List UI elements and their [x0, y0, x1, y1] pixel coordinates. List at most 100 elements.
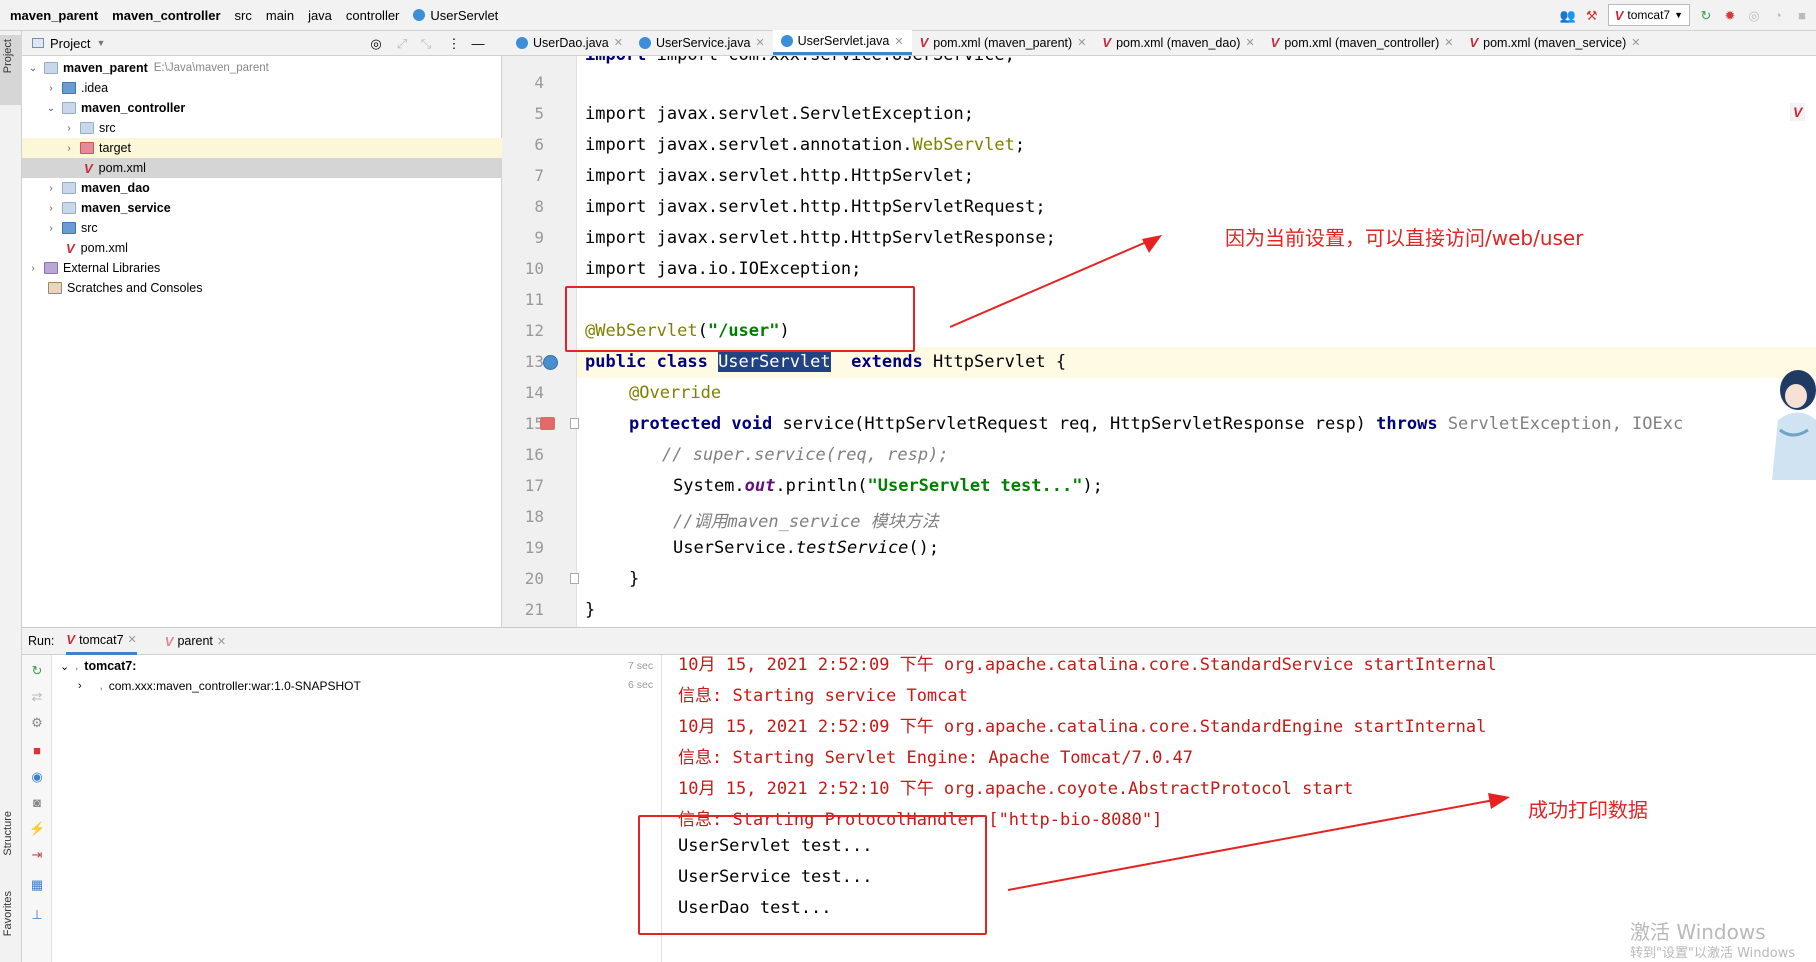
chevron-right-icon[interactable]: ›	[44, 183, 58, 194]
vcs-users-icon[interactable]: 👥	[1560, 7, 1576, 23]
project-tool-tab[interactable]: Project	[2, 39, 14, 73]
tree-item-src-root[interactable]: › src	[22, 218, 502, 238]
stop-icon[interactable]: ■	[1794, 7, 1810, 23]
tab-pom-maven-parent[interactable]: Vpom.xml (maven_parent) ✕	[912, 30, 1095, 55]
chevron-right-icon[interactable]: ›	[44, 223, 58, 234]
tree-item-scratches[interactable]: Scratches and Consoles	[22, 278, 502, 298]
chevron-down-icon[interactable]: ⌄	[26, 63, 40, 74]
chevron-down-icon[interactable]: ⌄	[60, 660, 69, 673]
tree-item-maven-parent[interactable]: ⌄ maven_parent E:\Java\maven_parent	[22, 58, 502, 78]
web-endpoint-icon[interactable]	[543, 355, 558, 370]
chevron-right-icon[interactable]: ›	[62, 123, 76, 134]
activation-watermark-title: 激活 Windows	[1630, 920, 1766, 944]
show-running-icon[interactable]: ◉	[29, 769, 45, 785]
breadcrumb-java[interactable]: java	[308, 8, 332, 23]
chevron-right-icon[interactable]: ›	[44, 203, 58, 214]
tab-pom-maven-controller[interactable]: Vpom.xml (maven_controller) ✕	[1263, 30, 1462, 55]
build-hammer-icon[interactable]: ⚒	[1584, 7, 1600, 23]
tab-label: pom.xml (maven_service)	[1483, 35, 1627, 50]
tab-userdao-java[interactable]: UserDao.java ✕	[508, 30, 631, 55]
close-icon[interactable]: ✕	[1444, 36, 1453, 49]
tab-userservice-java[interactable]: UserService.java ✕	[631, 30, 773, 55]
collapse-all-icon[interactable]: ⤡	[418, 35, 434, 51]
camera-icon[interactable]: ◙	[29, 795, 45, 811]
code-text: UserService.	[673, 538, 796, 558]
coverage-icon[interactable]: ◎	[1746, 7, 1762, 23]
code-text: @Override	[629, 383, 722, 403]
locate-icon[interactable]: ◎	[368, 35, 384, 51]
run-tab-parent[interactable]: V parent ✕	[165, 634, 226, 649]
tree-item-src[interactable]: › src	[22, 118, 502, 138]
breadcrumb-userservlet[interactable]: UserServlet	[430, 8, 498, 23]
tree-label: maven_parent	[63, 61, 148, 75]
breadcrumb-maven-controller[interactable]: maven_controller	[112, 8, 220, 23]
close-icon[interactable]: ✕	[1245, 36, 1254, 49]
maven-icon: V	[1614, 7, 1624, 23]
breadcrumb-controller[interactable]: controller	[346, 8, 399, 23]
tab-pom-maven-dao[interactable]: Vpom.xml (maven_dao) ✕	[1094, 30, 1262, 55]
maven-sync-icon[interactable]: V	[1790, 103, 1806, 121]
source-folder-icon	[62, 222, 76, 234]
stop-icon[interactable]: ■	[29, 743, 45, 759]
breadcrumb-src[interactable]: src	[235, 8, 252, 23]
tree-item-maven-service[interactable]: › maven_service	[22, 198, 502, 218]
run-tab-tomcat7[interactable]: V tomcat7 ✕	[66, 628, 137, 655]
rerun-icon[interactable]: ↻	[1698, 7, 1714, 23]
line-number: 13	[524, 352, 544, 371]
rerun-icon[interactable]: ↻	[29, 663, 45, 679]
toggle-tree-icon[interactable]: ⇄	[29, 689, 45, 705]
fold-marker-icon[interactable]	[570, 573, 579, 584]
profile-icon[interactable]: ◔	[1770, 7, 1786, 23]
favorites-tool-tab[interactable]: Favorites	[2, 891, 14, 936]
code-text: throws	[1376, 414, 1448, 434]
tree-item-external-libraries[interactable]: › External Libraries	[22, 258, 502, 278]
layout-icon[interactable]: ▦	[29, 877, 45, 893]
code-line-6: import javax.servlet.annotation.WebServl…	[585, 135, 1025, 155]
maven-icon: V	[66, 632, 76, 647]
run-configuration-selector[interactable]: V tomcat7 ▼	[1607, 4, 1690, 26]
debug-bug-icon[interactable]: ✹	[1722, 7, 1738, 23]
tree-item-pom-xml-root[interactable]: V pom.xml	[22, 238, 502, 258]
close-icon[interactable]: ✕	[1631, 36, 1640, 49]
settings-gear-icon[interactable]: ⚙	[29, 715, 45, 731]
close-icon[interactable]: ✕	[894, 35, 903, 48]
chevron-right-icon[interactable]: ›	[26, 263, 40, 274]
line-number: 10	[524, 259, 544, 278]
tab-userservlet-java[interactable]: UserServlet.java ✕	[772, 30, 912, 55]
tree-item-target[interactable]: › target	[22, 138, 502, 158]
chevron-right-icon[interactable]: ›	[78, 680, 82, 692]
run-tree-item-war[interactable]: › , com.xxx:maven_controller:war:1.0-SNA…	[78, 679, 361, 693]
plug-icon[interactable]: ⚡	[29, 821, 45, 837]
tree-item-idea[interactable]: › .idea	[22, 78, 502, 98]
chevron-right-icon[interactable]: ›	[62, 143, 76, 154]
tab-pom-maven-service[interactable]: Vpom.xml (maven_service) ✕	[1461, 30, 1648, 55]
close-icon[interactable]: ✕	[614, 36, 623, 49]
run-time: 7 sec	[628, 660, 654, 672]
close-icon[interactable]: ✕	[1077, 36, 1086, 49]
structure-tool-tab[interactable]: Structure	[2, 811, 14, 856]
hide-panel-icon[interactable]: —	[470, 35, 486, 51]
tab-label: pom.xml (maven_parent)	[933, 35, 1073, 50]
project-panel-title[interactable]: Project	[50, 36, 90, 51]
override-method-icon[interactable]	[540, 417, 555, 430]
chevron-down-icon[interactable]: ⌄	[44, 103, 58, 114]
breadcrumb-main[interactable]: main	[266, 8, 294, 23]
maven-icon: V	[1102, 35, 1112, 50]
tree-item-maven-dao[interactable]: › maven_dao	[22, 178, 502, 198]
tree-item-maven-controller[interactable]: ⌄ maven_controller	[22, 98, 502, 118]
close-icon[interactable]: ✕	[755, 36, 764, 49]
maven-icon: V	[84, 160, 93, 176]
fold-marker-icon[interactable]	[570, 418, 579, 429]
pin-icon[interactable]: ⊥	[29, 907, 45, 923]
code-text: // super.service(req, resp);	[662, 445, 949, 465]
close-icon[interactable]: ✕	[128, 633, 137, 646]
run-tree-item-tomcat7[interactable]: ⌄ , tomcat7:	[60, 659, 136, 673]
close-icon[interactable]: ✕	[217, 635, 226, 648]
chevron-down-icon[interactable]: ▼	[96, 38, 105, 48]
breadcrumb-maven-parent[interactable]: maven_parent	[10, 8, 98, 23]
tree-item-pom-xml[interactable]: V pom.xml	[22, 158, 502, 178]
chevron-right-icon[interactable]: ›	[44, 83, 58, 94]
exit-icon[interactable]: ⇥	[29, 847, 45, 863]
options-menu-icon[interactable]: ⋮	[446, 35, 462, 51]
expand-all-icon[interactable]: ⤢	[394, 35, 410, 51]
